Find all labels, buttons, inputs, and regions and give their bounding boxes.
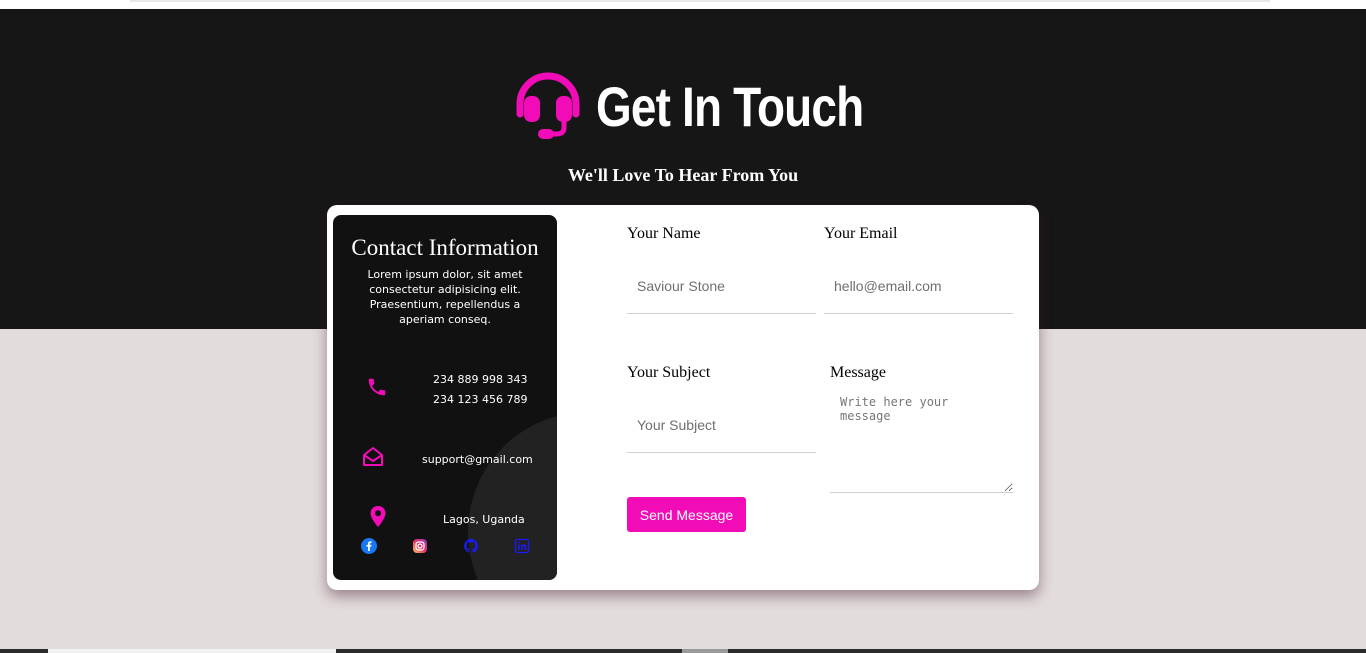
phone-number: 234 889 998 343 <box>433 373 528 386</box>
linkedin-icon[interactable] <box>514 538 530 554</box>
message-textarea[interactable] <box>830 390 1013 493</box>
name-input[interactable] <box>627 258 816 314</box>
page-title: Get In Touch <box>596 74 864 138</box>
subject-input[interactable] <box>627 397 816 453</box>
email-input[interactable] <box>824 258 1013 314</box>
facebook-icon[interactable] <box>361 538 377 554</box>
decorative-circle <box>468 412 557 580</box>
name-label: Your Name <box>627 225 701 242</box>
page-subtitle: We'll Love To Hear From You <box>567 165 799 185</box>
envelope-open-icon <box>363 447 383 466</box>
email-label: Your Email <box>824 225 898 242</box>
support-email: support@gmail.com <box>422 453 533 466</box>
contact-info-description: Lorem ipsum dolor, sit amet consectetur … <box>367 268 523 326</box>
phone-icon <box>368 378 386 396</box>
contact-info-title: Contact Information <box>351 235 539 260</box>
phone-number: 234 123 456 789 <box>433 393 528 406</box>
instagram-icon[interactable] <box>412 538 428 554</box>
headset-icon <box>516 72 580 139</box>
top-strip-line <box>130 0 1270 2</box>
header-title-row: Get In Touch <box>512 68 922 144</box>
github-icon[interactable] <box>463 538 479 554</box>
send-message-button[interactable]: Send Message <box>627 497 746 532</box>
contact-card: Contact Information Lorem ipsum dolor, s… <box>327 205 1039 590</box>
scrollbar-segment <box>48 649 336 653</box>
location-pin-icon <box>370 506 386 527</box>
subject-label: Your Subject <box>627 364 711 381</box>
contact-info-panel: Contact Information Lorem ipsum dolor, s… <box>333 215 557 580</box>
message-label: Message <box>830 364 886 381</box>
top-strip <box>0 0 1366 9</box>
horizontal-scrollbar[interactable] <box>0 649 1366 653</box>
scrollbar-thumb[interactable] <box>682 649 728 653</box>
location-text: Lagos, Uganda <box>443 513 525 526</box>
